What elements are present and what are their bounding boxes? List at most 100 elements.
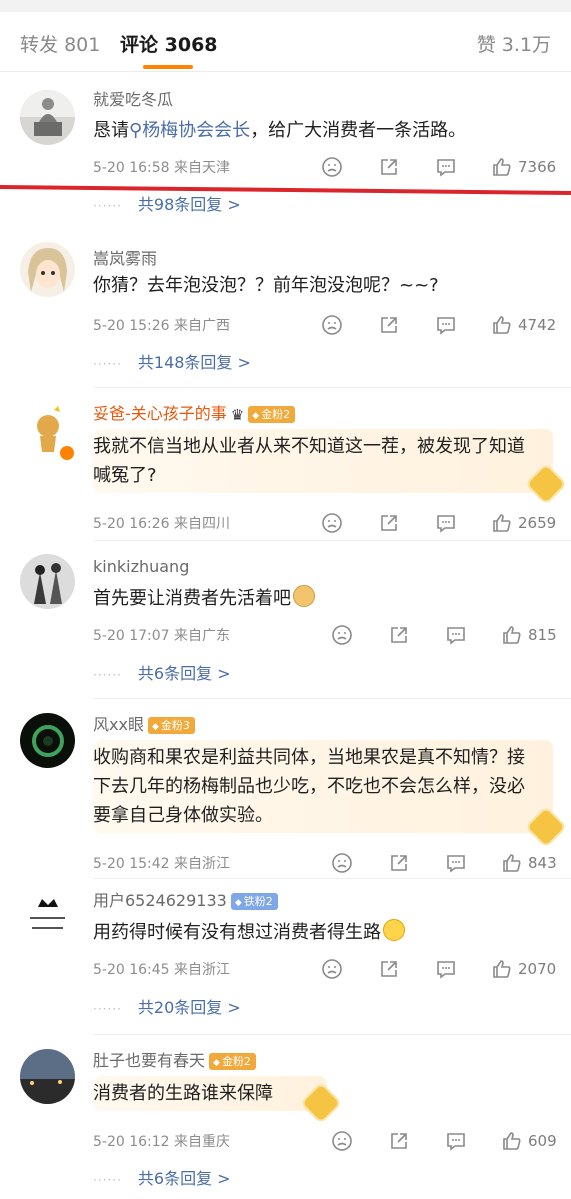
avatar[interactable] bbox=[20, 1049, 75, 1104]
dislike-icon[interactable] bbox=[331, 1130, 355, 1154]
comment-text: 用药得时候有没有想过消费者得生路 bbox=[93, 918, 405, 947]
topic-link[interactable]: ⚲杨梅协会会长 bbox=[129, 120, 250, 141]
comment-actions: 2659 bbox=[291, 512, 556, 536]
like-icon bbox=[503, 1132, 521, 1150]
username[interactable]: 肚子也要有春天金粉2 bbox=[93, 1050, 256, 1072]
medal-icon bbox=[527, 808, 565, 846]
comment-text: 我就不信当地从业者从来不知道这一茬，被发现了知道喊冤了? bbox=[93, 429, 553, 493]
comment-text: 恳请⚲杨梅协会会长，给广大消费者一条活路。 bbox=[93, 120, 467, 141]
share-icon[interactable] bbox=[388, 852, 412, 876]
dislike-icon[interactable] bbox=[321, 156, 345, 180]
tab-bar: 转发 801 评论 3068 赞 3.1万 bbox=[0, 12, 571, 72]
active-tab-indicator bbox=[143, 65, 193, 69]
comment-item: 嵩岚雾雨 你猜？去年泡没泡？？前年泡没泡呢？~~? 5-20 15:26 来自广… bbox=[0, 222, 571, 388]
comment-item: 就爱吃冬瓜 恳请⚲杨梅协会会长，给广大消费者一条活路。 5-20 16:58 来… bbox=[0, 73, 571, 221]
share-icon[interactable] bbox=[388, 1130, 412, 1154]
tab-repost[interactable]: 转发 801 bbox=[20, 33, 100, 57]
avatar[interactable] bbox=[20, 242, 75, 297]
tab-like[interactable]: 赞 3.1万 bbox=[477, 33, 551, 57]
replies-link[interactable]: ······ 共98条回复 > bbox=[93, 194, 241, 217]
verified-badge bbox=[58, 444, 76, 462]
crown-icon: ♛ bbox=[230, 405, 245, 424]
comment-actions: 2070 bbox=[291, 958, 556, 982]
comment-meta: 5-20 15:42 来自浙江 bbox=[93, 856, 231, 872]
comment-actions: 843 bbox=[291, 852, 557, 876]
comment-meta: 5-20 16:12 来自重庆 bbox=[93, 1134, 231, 1150]
divider bbox=[93, 878, 571, 879]
comment-text: 你猜？去年泡没泡？？前年泡没泡呢？~~? bbox=[93, 275, 439, 296]
dislike-icon[interactable] bbox=[321, 512, 345, 536]
like-button[interactable]: 4742 bbox=[491, 314, 556, 338]
username[interactable]: 就爱吃冬瓜 bbox=[93, 89, 173, 111]
comment-item: 妥爸-关心孩子的事♛金粉2 我就不信当地从业者从来不知道这一茬，被发现了知道喊冤… bbox=[0, 389, 571, 541]
comment-meta: 5-20 15:26 来自广西 bbox=[93, 318, 231, 334]
replies-link[interactable]: ······ 共6条回复 > bbox=[93, 1168, 231, 1191]
reply-icon[interactable] bbox=[435, 314, 459, 338]
avatar[interactable] bbox=[20, 554, 75, 609]
dislike-icon[interactable] bbox=[321, 958, 345, 982]
laugh-emoji bbox=[383, 919, 405, 941]
comment-meta: 5-20 16:45 来自浙江 bbox=[93, 962, 231, 978]
comment-actions: 815 bbox=[291, 624, 557, 648]
reply-icon[interactable] bbox=[435, 958, 459, 982]
comment-actions: 7366 bbox=[291, 156, 556, 180]
avatar[interactable] bbox=[20, 887, 75, 942]
doge-emoji bbox=[293, 585, 315, 607]
medal-icon bbox=[527, 465, 565, 503]
username[interactable]: 嵩岚雾雨 bbox=[93, 248, 157, 270]
username[interactable]: 风xx眼金粉3 bbox=[93, 714, 195, 736]
divider bbox=[93, 1034, 571, 1035]
share-icon[interactable] bbox=[378, 958, 402, 982]
like-button[interactable]: 843 bbox=[501, 852, 561, 876]
comment-meta: 5-20 16:26 来自四川 bbox=[93, 516, 231, 532]
share-icon[interactable] bbox=[378, 314, 402, 338]
like-icon bbox=[493, 514, 511, 532]
dislike-icon[interactable] bbox=[331, 624, 355, 648]
like-button[interactable]: 2659 bbox=[491, 512, 556, 536]
comment-item: kinkizhuang 首先要让消费者先活着吧 5-20 17:07 来自广东 … bbox=[0, 542, 571, 699]
replies-link[interactable]: ······ 共148条回复 > bbox=[93, 352, 251, 375]
like-icon bbox=[503, 854, 521, 872]
divider bbox=[93, 387, 571, 388]
dislike-icon[interactable] bbox=[331, 852, 355, 876]
divider bbox=[93, 540, 571, 541]
like-icon bbox=[493, 158, 511, 176]
reply-icon[interactable] bbox=[445, 1130, 469, 1154]
share-icon[interactable] bbox=[388, 624, 412, 648]
like-button[interactable]: 815 bbox=[501, 624, 561, 648]
dislike-icon[interactable] bbox=[321, 314, 345, 338]
fan-badge: 金粉2 bbox=[248, 406, 296, 423]
replies-link[interactable]: ······ 共6条回复 > bbox=[93, 663, 231, 686]
comment-actions: 609 bbox=[291, 1130, 557, 1154]
fan-badge: 金粉3 bbox=[147, 717, 195, 734]
username[interactable]: 妥爸-关心孩子的事♛金粉2 bbox=[93, 403, 296, 426]
avatar[interactable] bbox=[20, 713, 75, 768]
reply-icon[interactable] bbox=[445, 624, 469, 648]
username[interactable]: kinkizhuang bbox=[93, 556, 189, 578]
tab-comment[interactable]: 评论 3068 bbox=[120, 33, 218, 57]
comment-actions: 4742 bbox=[291, 314, 556, 338]
like-icon bbox=[503, 626, 521, 644]
like-button[interactable]: 609 bbox=[501, 1130, 561, 1154]
like-button[interactable]: 2070 bbox=[491, 958, 556, 982]
share-icon[interactable] bbox=[378, 512, 402, 536]
avatar[interactable] bbox=[20, 90, 75, 145]
username[interactable]: 用户6524629133铁粉2 bbox=[93, 890, 278, 912]
comment-meta: 5-20 17:07 来自广东 bbox=[93, 628, 231, 644]
comment-text: 收购商和果农是利益共同体，当地果农是真不知情？接下去几年的杨梅制品也少吃，不吃也… bbox=[93, 740, 553, 833]
divider bbox=[93, 698, 571, 699]
fan-badge: 金粉2 bbox=[209, 1053, 256, 1070]
reply-icon[interactable] bbox=[435, 156, 459, 180]
comment-text: 消费者的生路谁来保障 bbox=[93, 1076, 327, 1111]
replies-link[interactable]: ······ 共20条回复 > bbox=[93, 997, 241, 1020]
reply-icon[interactable] bbox=[445, 852, 469, 876]
share-icon[interactable] bbox=[378, 156, 402, 180]
like-count: 7366 bbox=[518, 158, 557, 176]
comment-item: 用户6524629133铁粉2 用药得时候有没有想过消费者得生路 5-20 16… bbox=[0, 880, 571, 1035]
reply-icon[interactable] bbox=[435, 512, 459, 536]
like-count: 2659 bbox=[518, 514, 557, 532]
like-button[interactable]: 7366 bbox=[491, 156, 556, 180]
comment-item: 肚子也要有春天金粉2 消费者的生路谁来保障 5-20 16:12 来自重庆 60… bbox=[0, 1036, 571, 1199]
comment-meta: 5-20 16:58 来自天津 bbox=[93, 160, 231, 176]
like-count: 815 bbox=[528, 626, 557, 644]
